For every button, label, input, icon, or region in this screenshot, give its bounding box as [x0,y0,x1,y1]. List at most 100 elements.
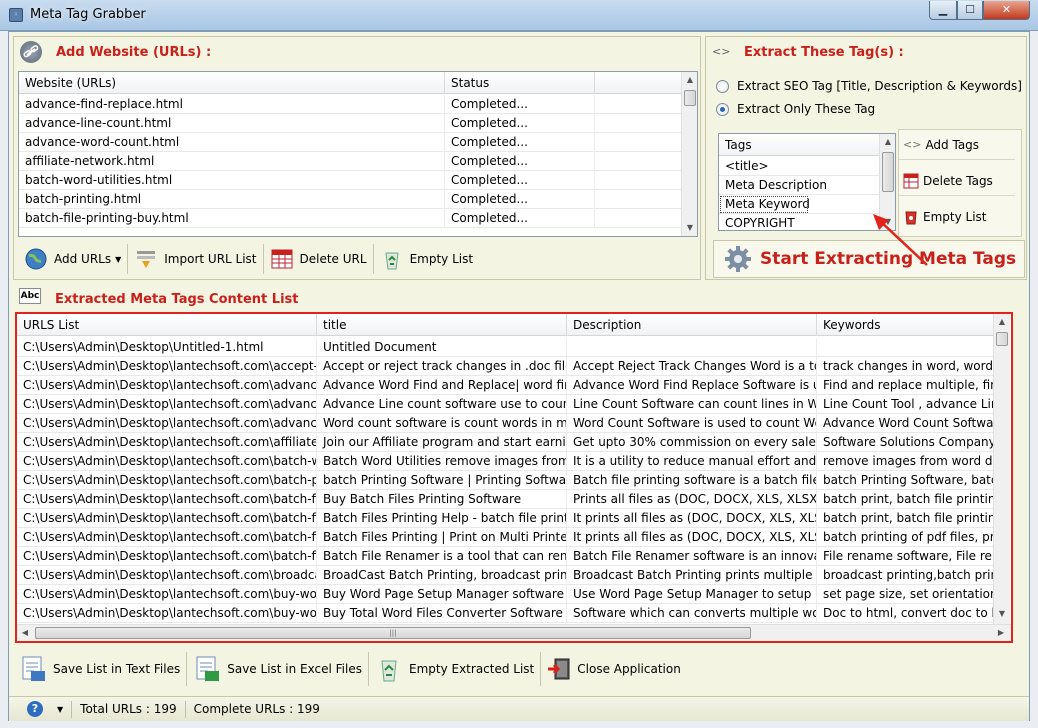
keywords-cell: Find and replace multiple, find rep [823,378,993,392]
extract-tags-title: Extract These Tag(s) : [744,45,904,60]
url-path-cell: C:\Users\Admin\Desktop\lantechsoft.com\b… [17,471,317,490]
result-row[interactable]: C:\Users\Admin\Desktop\lantechsoft.com\b… [17,490,993,509]
result-row[interactable]: C:\Users\Admin\Desktop\lantechsoft.com\b… [17,509,993,528]
help-icon[interactable]: ? [27,701,43,717]
url-list-row[interactable]: advance-line-count.html Completed... [19,114,682,133]
title-cell: Advance Line count software use to count… [317,395,567,414]
tag-list-item[interactable]: Meta Keywords [719,195,879,214]
keywords-cell: File rename software, File renamin [823,549,993,563]
result-row[interactable]: C:\Users\Admin\Desktop\lantechsoft.com\a… [17,433,993,452]
add-urls-button[interactable]: Add URLs ▼ [18,244,129,274]
url-list-row[interactable]: advance-find-replace.html Completed... [19,95,682,114]
scroll-down-arrow-icon[interactable]: ▼ [994,606,1010,622]
delete-tags-button[interactable]: Delete Tags [899,166,1015,196]
status-cell: Completed... [445,209,595,228]
description-cell: Line Count Software can count lines in W… [567,395,817,414]
close-application-button[interactable]: Close Application [541,652,687,686]
tag-label: Meta Keywords [719,195,809,214]
radio-extract-seo[interactable]: Extract SEO Tag [Title, Description & Ke… [716,79,1022,93]
keywords-cell: batch Printing Software, batch pri [823,473,993,487]
result-row[interactable]: C:\Users\Admin\Desktop\lantechsoft.com\b… [17,547,993,566]
help-dropdown[interactable]: ? ▼ [9,700,73,718]
horizontal-scroll-thumb[interactable]: ||| [35,627,751,639]
maximize-button[interactable]: ☐ [957,1,983,20]
import-url-list-button[interactable]: Import URL List [128,244,264,274]
url-list-row[interactable]: affiliate-network.html Completed... [19,152,682,171]
scroll-left-arrow-icon[interactable]: ◀ [17,625,33,641]
url-list-row[interactable]: batch-printing.html Completed... [19,190,682,209]
recycle-bin-icon [380,247,404,271]
results-horizontal-scrollbar[interactable]: ◀ ||| ▶ [17,624,1011,641]
result-row[interactable]: C:\Users\Admin\Desktop\lantechsoft.com\a… [17,376,993,395]
window-titlebar[interactable]: ◦ Meta Tag Grabber ▁ ☐ ✕ [0,0,1038,31]
column-keywords[interactable]: Keywords [817,314,993,336]
scroll-up-arrow-icon[interactable]: ▲ [682,72,697,88]
extracted-list-title: Extracted Meta Tags Content List [55,292,299,307]
tag-label: Meta Description [725,178,827,192]
results-vertical-scrollbar[interactable]: ▲ ▼ [993,314,1010,624]
dropdown-arrow-icon[interactable]: ▼ [57,701,63,718]
radio-extract-only-these[interactable]: Extract Only These Tag [716,102,875,116]
url-list-row[interactable]: advance-word-count.html Completed... [19,133,682,152]
description-cell: Batch File Renamer software is an innova… [567,547,817,566]
result-row[interactable]: C:\Users\Admin\Desktop\lantechsoft.com\b… [17,585,993,604]
add-tags-button[interactable]: <> Add Tags [899,130,1015,160]
scroll-thumb[interactable] [996,332,1008,346]
result-row[interactable]: C:\Users\Admin\Desktop\lantechsoft.com\b… [17,452,993,471]
radio-circle-selected[interactable] [716,102,729,116]
scroll-thumb[interactable] [882,152,894,192]
globe-icon [24,247,48,271]
recycle-bin-icon [375,655,403,683]
result-row[interactable]: C:\Users\Admin\Desktop\lantechsoft.com\a… [17,395,993,414]
url-list[interactable]: Website (URLs) Status advance-find-repla… [18,71,698,237]
result-row[interactable]: C:\Users\Admin\Desktop\lantechsoft.com\b… [17,528,993,547]
scroll-right-arrow-icon[interactable]: ▶ [993,625,1009,641]
abc-text-icon: Abc [19,288,41,304]
title-cell: Word count software is count words in mu… [317,414,567,433]
url-path-cell: C:\Users\Admin\Desktop\lantechsoft.com\a… [17,376,317,395]
minimize-button[interactable]: ▁ [929,1,957,20]
scroll-up-arrow-icon[interactable]: ▲ [994,314,1010,330]
radio-circle[interactable] [716,79,729,93]
empty-extracted-list-button[interactable]: Empty Extracted List [369,652,542,686]
url-path-cell: C:\Users\Admin\Desktop\lantechsoft.com\a… [17,395,317,414]
column-title[interactable]: title [317,314,567,336]
url-list-scrollbar[interactable]: ▲ ▼ [681,72,697,236]
scroll-thumb[interactable] [684,90,696,106]
result-row[interactable]: C:\Users\Admin\Desktop\lantechsoft.com\b… [17,471,993,490]
keywords-cell: batch printing of pdf files, print o [823,530,993,544]
status-bar: ? ▼ Total URLs : 199 Complete URLs : 199 [9,696,1029,721]
url-list-row[interactable]: batch-word-utilities.html Completed... [19,171,682,190]
save-text-files-button[interactable]: Save List in Text Files [13,652,188,686]
save-text-file-icon [19,655,47,683]
save-excel-files-button[interactable]: Save List in Excel Files [187,652,369,686]
description-cell: It is a utility to reduce manual effort … [567,452,817,471]
tag-list-item[interactable]: Meta Description [719,176,879,195]
url-list-row[interactable]: batch-file-printing-buy.html Completed... [19,209,682,228]
url-path-cell: C:\Users\Admin\Desktop\lantechsoft.com\a… [17,433,317,452]
total-urls-status: Total URLs : 199 [72,700,186,718]
result-row[interactable]: C:\Users\Admin\Desktop\lantechsoft.com\a… [17,357,993,376]
url-path-cell: C:\Users\Admin\Desktop\lantechsoft.com\b… [17,509,317,528]
result-row[interactable]: C:\Users\Admin\Desktop\lantechsoft.com\a… [17,414,993,433]
empty-url-list-button[interactable]: Empty List [374,244,480,274]
scroll-down-arrow-icon[interactable]: ▼ [682,220,697,236]
delete-url-button[interactable]: Delete URL [264,244,374,274]
result-row[interactable]: C:\Users\Admin\Desktop\lantechsoft.com\b… [17,604,993,623]
tag-list-item[interactable]: COPYRIGHT [719,214,879,230]
url-path-cell: C:\Users\Admin\Desktop\lantechsoft.com\b… [17,528,317,547]
result-row[interactable]: C:\Users\Admin\Desktop\lantechsoft.com\b… [17,566,993,585]
column-status[interactable]: Status [445,72,595,94]
tag-list-item[interactable]: <title> [719,157,879,176]
status-cell: Completed... [445,171,595,190]
column-website-urls[interactable]: Website (URLs) [19,72,445,94]
column-description[interactable]: Description [567,314,817,336]
title-cell: Buy Total Word Files Converter Software [317,604,567,623]
url-path-cell: C:\Users\Admin\Desktop\lantechsoft.com\a… [17,414,317,433]
result-row[interactable]: C:\Users\Admin\Desktop\Untitled-1.html Un… [17,338,993,357]
extracted-results-list[interactable]: URLS List title Description Keywords C:\… [15,312,1013,643]
scroll-up-arrow-icon[interactable]: ▲ [880,134,895,150]
column-urls-list[interactable]: URLS List [17,314,317,336]
dropdown-arrow-icon[interactable]: ▼ [115,255,121,264]
close-window-button[interactable]: ✕ [983,1,1030,20]
